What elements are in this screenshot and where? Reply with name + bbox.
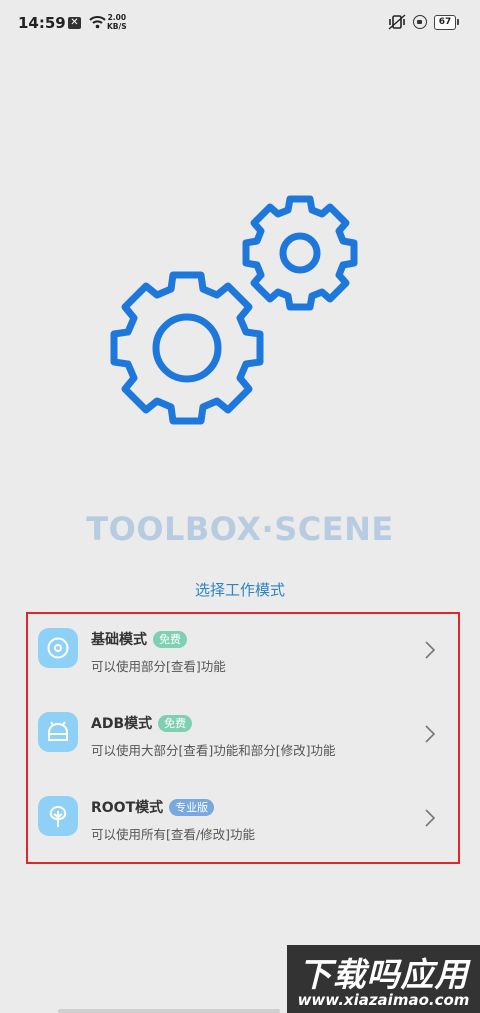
watermark-text: 下载吗应用 bbox=[298, 955, 469, 994]
mode-name-label: 基础模式 bbox=[91, 632, 147, 648]
watermark-logo: 下载吗应用 www.xiazaimao.com bbox=[287, 945, 480, 1013]
chevron-right-icon bbox=[424, 724, 436, 748]
battery-icon: 67 bbox=[434, 15, 459, 30]
gears-icon bbox=[110, 185, 370, 440]
app-title: TOOLBOX·SCENE bbox=[86, 510, 394, 548]
mode-title: 基础模式 免费 bbox=[91, 629, 187, 649]
wifi-icon bbox=[89, 14, 106, 33]
mode-description: 可以使用部分[查看]功能 bbox=[91, 659, 226, 674]
mode-name-label: ADB模式 bbox=[91, 716, 153, 732]
mode-list: 基础模式 免费 可以使用部分[查看]功能 ADB模式 免费 可以使用大部分[查看]功… bbox=[26, 612, 460, 864]
free-badge: 免费 bbox=[158, 715, 193, 732]
chevron-right-icon bbox=[424, 640, 436, 664]
android-icon bbox=[38, 712, 78, 752]
status-bar: 14:59 ✕ 2.00 KB/S 67 bbox=[0, 0, 480, 46]
free-badge: 免费 bbox=[153, 631, 187, 648]
status-time: 14:59 bbox=[18, 14, 66, 32]
notification-x-icon: ✕ bbox=[68, 17, 81, 29]
mode-description: 可以使用大部分[查看]功能和部分[修改]功能 bbox=[91, 743, 336, 758]
mode-item-root[interactable]: ROOT模式 专业版 可以使用所有[查看/修改]功能 bbox=[28, 784, 458, 864]
mode-title: ADB模式 免费 bbox=[91, 713, 193, 733]
mode-description: 可以使用所有[查看/修改]功能 bbox=[91, 827, 255, 842]
net-speed: 2.00 KB/S bbox=[107, 13, 127, 31]
tree-icon bbox=[38, 796, 78, 836]
rotation-lock-icon bbox=[413, 15, 427, 29]
mode-name-label: ROOT模式 bbox=[91, 800, 164, 816]
net-speed-value: 2.00 bbox=[107, 13, 127, 22]
mode-item-basic[interactable]: 基础模式 免费 可以使用部分[查看]功能 bbox=[28, 616, 458, 696]
net-speed-unit: KB/S bbox=[107, 22, 127, 31]
watermark-url: www.xiazaimao.com bbox=[297, 991, 470, 1009]
chevron-right-icon bbox=[424, 808, 436, 832]
mode-title: ROOT模式 专业版 bbox=[91, 797, 215, 817]
mode-item-adb[interactable]: ADB模式 免费 可以使用大部分[查看]功能和部分[修改]功能 bbox=[28, 700, 458, 780]
mode-select-subtitle: 选择工作模式 bbox=[194, 581, 285, 599]
vibrate-icon bbox=[388, 14, 406, 34]
pro-badge: 专业版 bbox=[169, 799, 215, 816]
gesture-nav-bar[interactable] bbox=[58, 1009, 280, 1013]
disc-icon bbox=[38, 628, 78, 668]
